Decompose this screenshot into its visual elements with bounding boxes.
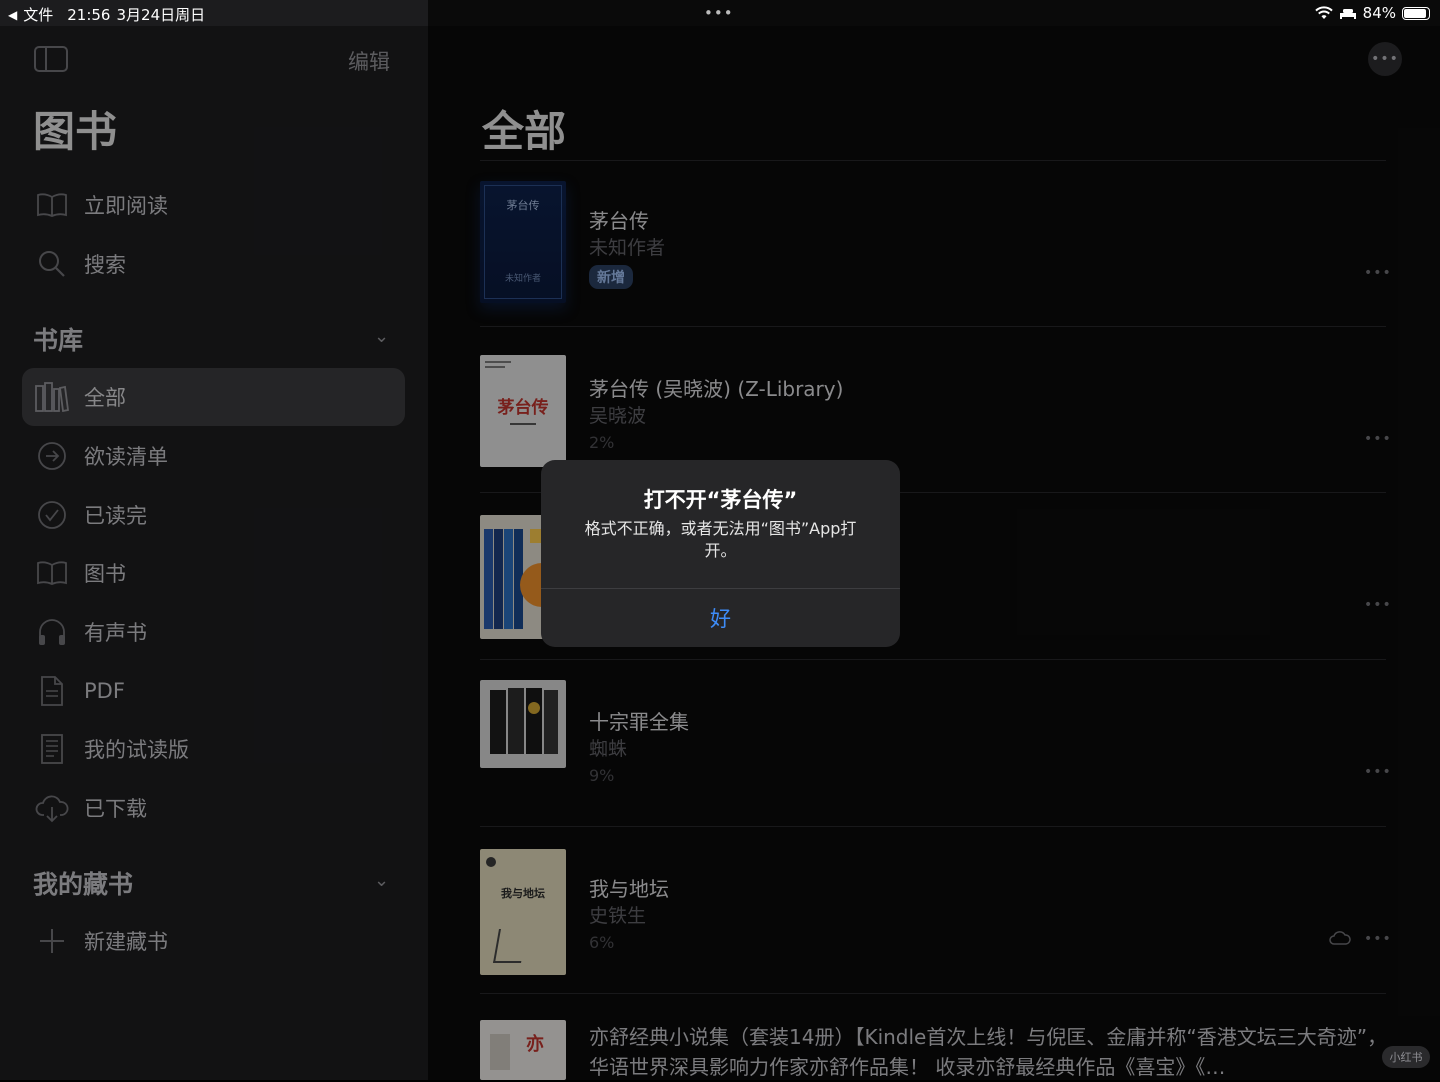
ok-button[interactable]: 好 bbox=[541, 589, 900, 647]
status-time: 21:56 bbox=[67, 5, 111, 24]
battery-icon bbox=[1402, 6, 1430, 20]
bed-icon bbox=[1339, 9, 1356, 19]
multitasking-dots-icon[interactable]: ••• bbox=[704, 4, 734, 22]
alert-message: 格式不正确，或者无法用“图书”App打开。 bbox=[584, 519, 857, 560]
status-left[interactable]: ◀ 文件 21:56 3月24日周日 bbox=[8, 4, 205, 25]
alert-title: 打不开“茅台传” bbox=[643, 488, 798, 512]
status-bar: ◀ 文件 21:56 3月24日周日 ••• 84% bbox=[0, 0, 1440, 26]
status-right: 84% bbox=[1314, 4, 1430, 22]
watermark: 小红书 bbox=[1382, 1046, 1430, 1068]
status-date: 3月24日周日 bbox=[116, 6, 206, 24]
wifi-icon bbox=[1314, 6, 1333, 19]
battery-percent: 84% bbox=[1362, 4, 1396, 22]
alert-dialog: 打不开“茅台传” 格式不正确，或者无法用“图书”App打开。 好 bbox=[541, 460, 900, 647]
back-app-label[interactable]: 文件 bbox=[23, 4, 53, 25]
back-arrow-icon[interactable]: ◀ bbox=[8, 8, 17, 22]
